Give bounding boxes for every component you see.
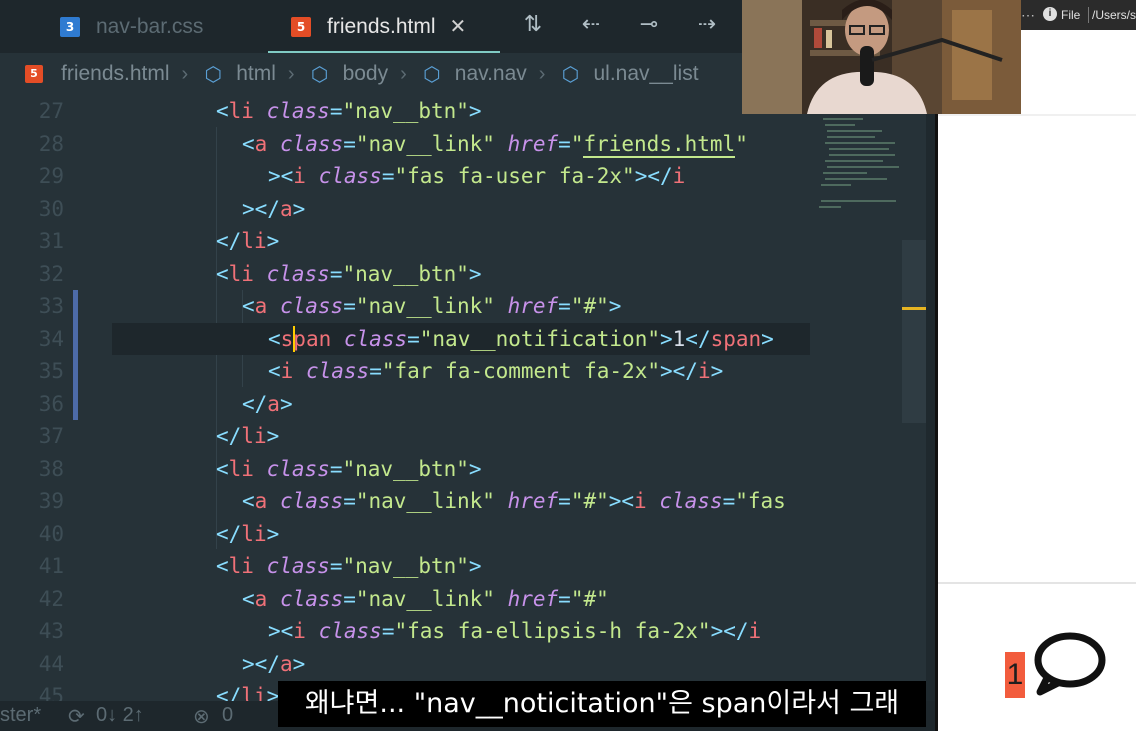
- webcam-overlay: [742, 0, 1021, 114]
- close-icon[interactable]: ✕: [450, 14, 467, 39]
- url-text[interactable]: /Users/se: [1092, 8, 1136, 22]
- comment-icon[interactable]: [1030, 630, 1106, 696]
- status-sync-counts[interactable]: 0↓ 2↑: [96, 704, 144, 727]
- browser-separator: [938, 114, 1136, 116]
- nav-bar-top-border: [938, 582, 1136, 584]
- git-commit-back-icon[interactable]: ⇠: [576, 10, 606, 40]
- chevron-right-icon: ›: [538, 62, 546, 85]
- code-line: 39 <a class="nav__link" href="#"><i clas…: [38, 489, 786, 513]
- tab-friends-html[interactable]: 5 friends.html ✕: [291, 0, 466, 53]
- git-commit-icon[interactable]: ⊸: [634, 10, 664, 40]
- git-compare-icon[interactable]: ⇅: [518, 10, 548, 40]
- scrollbar-thumb[interactable]: [902, 240, 926, 423]
- text-cursor: [293, 325, 295, 352]
- code-line: 36 </a>: [38, 391, 293, 416]
- minimap[interactable]: [815, 110, 905, 220]
- code-line: 31 </li>: [38, 229, 280, 253]
- scrollbar-cursor-marker: [902, 307, 926, 310]
- breadcrumb-item-body[interactable]: ⬡ body: [309, 62, 388, 86]
- status-branch[interactable]: ster*: [0, 704, 41, 727]
- file-label: File: [1061, 8, 1081, 22]
- code-line: 44 ></a>: [38, 651, 306, 676]
- code-line: 37 </li>: [38, 424, 280, 448]
- chevron-right-icon: ›: [400, 62, 407, 85]
- code-line: 43 ><i class="fas fa-ellipsis-h fa-2x"><…: [38, 619, 762, 643]
- html5-icon: 5: [25, 65, 43, 83]
- video-subtitle: 왜냐면... "nav__noticitation"은 span이라서 그래: [278, 681, 926, 727]
- info-icon[interactable]: i: [1043, 7, 1057, 21]
- dots-icon[interactable]: ⋯: [1021, 7, 1035, 24]
- sync-icon[interactable]: ⟳: [68, 704, 85, 729]
- html5-icon: 5: [291, 16, 311, 37]
- browser-address-bar: ⋯ i File /Users/se: [1021, 0, 1136, 30]
- code-line-current: 34 <span class="nav__notification">1</sp…: [39, 322, 810, 355]
- tab-label: nav-bar.css: [96, 14, 204, 38]
- cube-icon: ⬡: [310, 62, 329, 86]
- chevron-right-icon: ›: [287, 62, 295, 85]
- error-icon[interactable]: ⊗: [193, 704, 210, 729]
- presenter-video: [742, 0, 1021, 114]
- breadcrumb-item-file[interactable]: 5 friends.html: [0, 62, 170, 86]
- code-line: 33 <a class="nav__link" href="#">: [38, 294, 622, 318]
- code-line: 35 <i class="far fa-comment fa-2x"></i>: [38, 359, 724, 383]
- status-errors[interactable]: 0: [222, 704, 233, 727]
- code-line: 28 <a class="nav__link" href="friends.ht…: [38, 131, 748, 158]
- cube-icon: ⬡: [204, 62, 222, 86]
- code-line: 38 <li class="nav__btn">: [38, 456, 482, 481]
- code-line: 41 <li class="nav__btn">: [38, 554, 482, 578]
- breadcrumb-item-html[interactable]: ⬡ html: [202, 62, 275, 86]
- cube-icon: ⬡: [561, 62, 580, 86]
- overview-ruler: [926, 95, 935, 701]
- code-line: 32 <li class="nav__btn">: [38, 261, 482, 286]
- breadcrumb-item-nav[interactable]: ⬡ nav.nav: [421, 62, 527, 86]
- code-line: 42 <a class="nav__link" href="#": [38, 586, 609, 611]
- tab-label: friends.html: [327, 14, 436, 38]
- code-line: 29 ><i class="fas fa-user fa-2x"></i: [38, 164, 686, 188]
- cube-icon: ⬡: [423, 62, 441, 86]
- git-commit-forward-icon[interactable]: ⇢: [692, 10, 722, 40]
- breadcrumb-item-ul[interactable]: ⬡ ul.nav__list: [559, 62, 699, 86]
- code-area[interactable]: 27 <li class="nav__btn"> 28 <a class="na…: [0, 95, 935, 701]
- code-line: 30 ></a>: [38, 196, 306, 221]
- tab-nav-bar-css[interactable]: 3 nav-bar.css: [60, 0, 203, 53]
- chevron-right-icon: ›: [181, 62, 189, 85]
- notification-badge: 1: [1005, 652, 1025, 698]
- code-line: 40 </li>: [38, 521, 280, 546]
- css3-icon: 3: [60, 16, 80, 37]
